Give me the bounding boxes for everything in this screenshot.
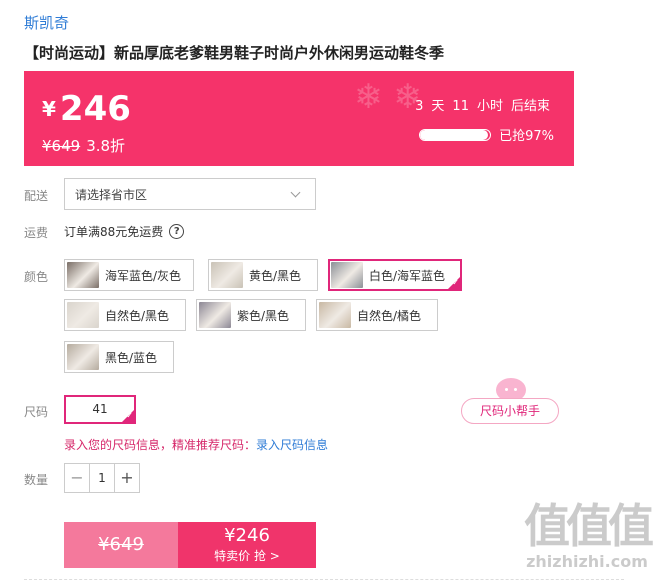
size-hint-text: 录入您的尺码信息，精准推荐尺码： — [64, 438, 257, 452]
size-hint-link[interactable]: 录入尺码信息 — [256, 438, 328, 452]
brand-link[interactable]: 斯凯奇 — [24, 12, 69, 33]
color-thumbnail — [67, 302, 99, 328]
original-price-row: ¥649 3.8折 — [42, 135, 125, 156]
color-option[interactable]: 海军蓝色/灰色 — [64, 259, 194, 291]
original-price-button: ¥649 — [64, 522, 178, 568]
price-banner: ❄ ❄ ¥246 ¥649 3.8折 3 天 11 小时 后结束 已抢97% — [24, 71, 574, 166]
watermark-url: zhizhizhi.com — [526, 552, 648, 571]
watermark-logo-mark: 值值值 — [524, 499, 654, 553]
color-thumbnail — [319, 302, 351, 328]
region-select-placeholder: 请选择省市区 — [75, 187, 148, 202]
countdown-hours-unit: 小时 — [476, 99, 503, 114]
color-option-label: 黄色/黑色 — [249, 268, 302, 283]
color-option-label: 黑色/蓝色 — [105, 350, 158, 365]
sold-progress: 已抢97% — [419, 125, 554, 144]
region-select[interactable]: 请选择省市区 — [64, 178, 316, 210]
help-icon[interactable]: ? — [169, 224, 185, 239]
sale-price-value: 246 — [59, 89, 131, 129]
countdown-timer: 3 天 11 小时 后结束 — [411, 95, 554, 114]
discount-label: 3.8折 — [86, 137, 126, 155]
countdown-hours: 11 — [452, 99, 469, 114]
color-option[interactable]: 紫色/黑色 — [196, 299, 306, 331]
divider — [24, 579, 624, 580]
color-thumbnail — [211, 262, 243, 288]
buy-now-label: 特卖价 抢 > — [214, 549, 280, 563]
buy-now-button[interactable]: ¥246 特卖价 抢 > — [178, 522, 316, 568]
color-option-selected[interactable]: 白色/海军蓝色 ✓ — [328, 259, 462, 291]
size-label: 尺码 — [24, 405, 49, 419]
quantity-decrement-button[interactable]: − — [65, 464, 89, 492]
buy-now-price: ¥246 — [224, 525, 270, 546]
color-option-label: 自然色/黑色 — [105, 308, 170, 323]
color-thumbnail — [331, 262, 363, 288]
color-option[interactable]: 自然色/橘色 — [316, 299, 438, 331]
color-thumbnail — [67, 344, 99, 370]
shipping-info: 订单满88元免运费 ? — [64, 223, 185, 240]
size-option-selected[interactable]: 41 ✓ — [64, 395, 136, 424]
sold-progress-bar — [419, 128, 492, 141]
color-option-label: 紫色/黑色 — [237, 308, 290, 323]
color-thumbnail — [67, 262, 99, 288]
shipping-text: 订单满88元免运费 — [64, 225, 164, 239]
check-icon: ✓ — [126, 411, 133, 420]
sold-progress-fill — [420, 129, 488, 140]
size-hint: 录入您的尺码信息，精准推荐尺码：录入尺码信息 — [64, 436, 328, 453]
quantity-stepper: − 1 + — [64, 463, 140, 493]
product-title: 【时尚运动】新品厚底老爹鞋男鞋子时尚户外休闲男运动鞋冬季 — [24, 44, 445, 62]
color-option[interactable]: 黑色/蓝色 — [64, 341, 174, 373]
size-value: 41 — [92, 402, 108, 416]
color-option-label: 海军蓝色/灰色 — [105, 268, 182, 283]
size-helper-button[interactable]: 尺码小帮手 — [461, 398, 559, 424]
sold-progress-label: 已抢97% — [499, 129, 554, 144]
quantity-input[interactable]: 1 — [89, 464, 115, 492]
countdown-days: 3 — [415, 99, 424, 114]
color-option[interactable]: 黄色/黑色 — [208, 259, 318, 291]
quantity-increment-button[interactable]: + — [115, 464, 139, 492]
color-option-label: 白色/海军蓝色 — [369, 268, 446, 283]
color-label: 颜色 — [24, 270, 49, 284]
countdown-suffix: 后结束 — [510, 99, 550, 114]
watermark-logo: 值值值 zhizhizhi.com — [512, 500, 662, 572]
currency-symbol: ¥ — [42, 97, 56, 121]
check-icon: ✓ — [452, 278, 459, 287]
color-option-label: 自然色/橘色 — [357, 308, 422, 323]
chevron-down-icon — [290, 187, 301, 197]
original-price: ¥649 — [42, 137, 81, 155]
quantity-label: 数量 — [24, 473, 49, 487]
delivery-label: 配送 — [24, 189, 49, 203]
sale-price: ¥246 — [42, 89, 131, 129]
color-thumbnail — [199, 302, 231, 328]
countdown-days-unit: 天 — [431, 99, 445, 114]
color-option[interactable]: 自然色/黑色 — [64, 299, 186, 331]
original-price-strike: ¥649 — [98, 534, 144, 555]
shipping-label: 运费 — [24, 226, 49, 240]
